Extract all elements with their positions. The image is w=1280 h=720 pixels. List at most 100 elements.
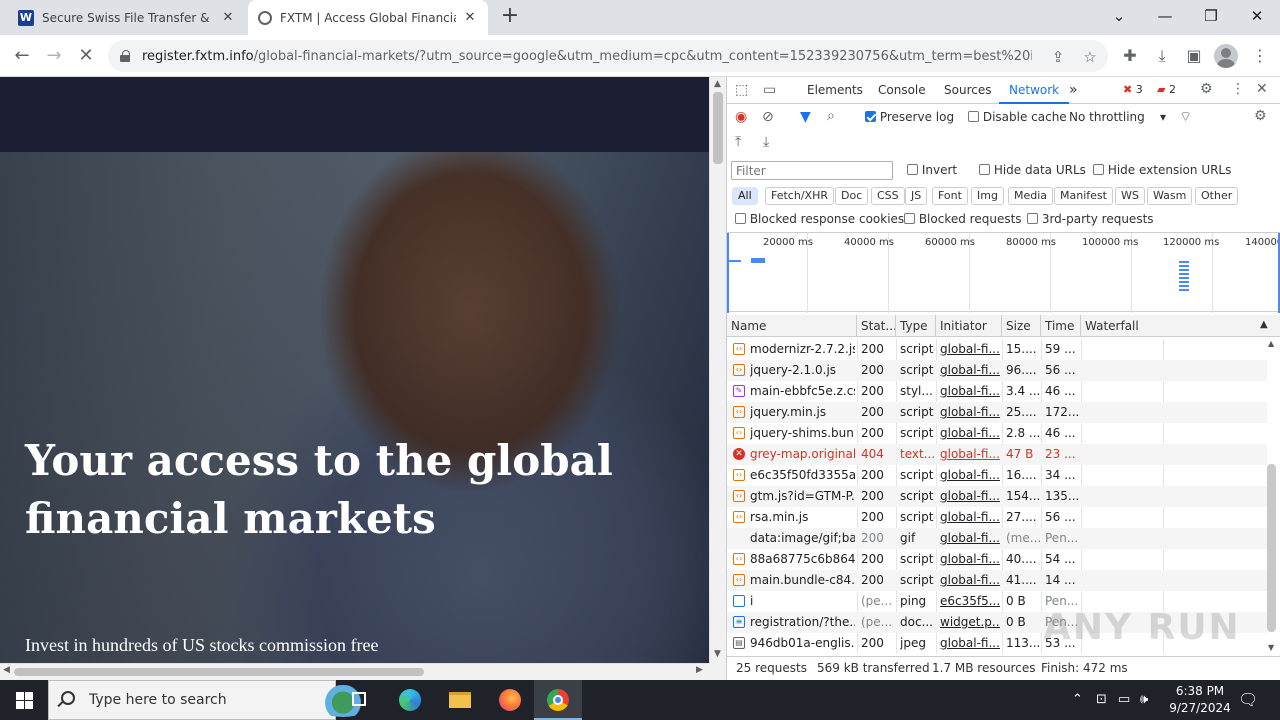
- scroll-thumb[interactable]: [713, 92, 723, 164]
- filter-all[interactable]: All: [732, 187, 758, 205]
- cell-initiator[interactable]: global-fi...: [940, 339, 1000, 360]
- filter-font[interactable]: Font: [932, 187, 968, 205]
- scroll-right-arrow-icon[interactable]: ▶: [696, 665, 703, 675]
- filter-fetch-xhr[interactable]: Fetch/XHR: [765, 187, 834, 205]
- cell-initiator[interactable]: global-fi...: [940, 444, 1000, 465]
- share-icon[interactable]: ⇪: [1048, 47, 1068, 67]
- extensions-icon[interactable]: ✚: [1118, 44, 1142, 68]
- close-window-button[interactable]: ✕: [1242, 3, 1272, 29]
- inspect-element-icon[interactable]: ⬚: [735, 82, 748, 98]
- column-time[interactable]: Time: [1041, 315, 1081, 337]
- windows-start-icon[interactable]: [0, 680, 48, 720]
- filter-media[interactable]: Media: [1008, 187, 1054, 205]
- overview-selection-left[interactable]: [727, 233, 729, 313]
- cell-initiator[interactable]: e6c35f5...: [940, 591, 1000, 612]
- record-stop-icon[interactable]: ◉: [735, 109, 747, 125]
- table-row[interactable]: ✕ grey-map.original.... 404 text... global-f…: [727, 444, 1267, 465]
- cell-name[interactable]: 88a68775c6b864...: [750, 549, 855, 570]
- column-initiator[interactable]: Initiator: [936, 315, 1002, 337]
- import-har-icon[interactable]: ⤒: [735, 134, 741, 150]
- cell-initiator[interactable]: global-fi...: [940, 486, 1000, 507]
- cell-initiator[interactable]: global-fi...: [940, 360, 1000, 381]
- filter-funnel-icon[interactable]: ▼: [800, 109, 811, 125]
- network-overview-timeline[interactable]: 20000 ms 40000 ms 60000 ms 80000 ms 1000…: [727, 232, 1280, 313]
- table-row[interactable]: ‹› main.bundle-c84... 200 script global-fi..…: [727, 570, 1267, 591]
- table-row[interactable]: ‹› gtm.js?id=GTM-P... 200 script global-fi..…: [727, 486, 1267, 507]
- disable-cache-checkbox[interactable]: Disable cache: [968, 110, 1067, 124]
- errors-badge[interactable]: ✖ 3: [1123, 83, 1143, 96]
- show-hidden-icons-icon[interactable]: ⌃: [1072, 680, 1083, 720]
- url-text[interactable]: register.fxtm.info/global-financial-mark…: [142, 49, 1032, 64]
- menu-kebab-icon[interactable]: ⋮: [1248, 44, 1272, 68]
- requests-scrollbar[interactable]: ▲ ▼: [1265, 339, 1279, 654]
- column-size[interactable]: Size: [1002, 315, 1041, 337]
- filter-wasm[interactable]: Wasm: [1147, 187, 1193, 205]
- cell-initiator[interactable]: global-fi...: [940, 570, 1000, 591]
- cell-initiator[interactable]: global-fi...: [940, 423, 1000, 444]
- table-row[interactable]: data:image/gif;ba... 200 gif global-fi... (m…: [727, 528, 1267, 549]
- cell-initiator[interactable]: global-fi...: [940, 381, 1000, 402]
- issues-badge[interactable]: ▰ 2: [1157, 83, 1176, 96]
- table-row[interactable]: ✎ main-ebbfc5e.z.css 200 styl... global-fi..…: [727, 381, 1267, 402]
- tray-app-icon[interactable]: ⊡: [1096, 680, 1107, 720]
- scroll-thumb[interactable]: [1267, 464, 1276, 632]
- cell-name[interactable]: jquery-shims.bun...: [750, 423, 855, 444]
- table-row[interactable]: ‹› jquery.min.js 200 script global-fi... 25..…: [727, 402, 1267, 423]
- blocked-requests-checkbox[interactable]: Blocked requests: [904, 212, 1022, 226]
- cell-initiator[interactable]: widget.p...: [940, 612, 1000, 633]
- table-row[interactable]: ‹› 88a68775c6b864... 200 script global-fi...…: [727, 549, 1267, 570]
- filter-css[interactable]: CSS: [871, 187, 905, 205]
- volume-icon[interactable]: 🕪: [1140, 680, 1148, 720]
- cell-initiator[interactable]: global-fi...: [940, 402, 1000, 423]
- page-horizontal-scrollbar[interactable]: ◀ ▶: [0, 663, 709, 680]
- cell-name[interactable]: e6c35f50fd3355a...: [750, 465, 855, 486]
- lock-icon[interactable]: [120, 50, 132, 62]
- filter-doc[interactable]: Doc: [835, 187, 869, 205]
- close-devtools-icon[interactable]: ✕: [1256, 81, 1268, 97]
- cell-initiator[interactable]: global-fi...: [940, 549, 1000, 570]
- cell-name[interactable]: main-ebbfc5e.z.css: [750, 381, 855, 402]
- profile-avatar[interactable]: [1214, 44, 1238, 68]
- task-view-icon[interactable]: [336, 680, 384, 720]
- sort-ascending-icon[interactable]: ▲: [1260, 319, 1268, 330]
- hide-data-urls-checkbox[interactable]: Hide data URLs: [979, 163, 1086, 177]
- cell-name[interactable]: rsa.min.js: [750, 507, 855, 528]
- bookmark-star-icon[interactable]: ☆: [1080, 47, 1100, 67]
- table-row[interactable]: ‹› jquery-shims.bun... 200 script global-fi.…: [727, 423, 1267, 444]
- device-toolbar-icon[interactable]: ▭: [763, 82, 776, 98]
- new-tab-button[interactable]: +: [498, 5, 522, 29]
- column-type[interactable]: Type: [896, 315, 936, 337]
- scroll-left-arrow-icon[interactable]: ◀: [3, 665, 10, 675]
- table-row[interactable]: ‹› modernizr-2.7.2.js 200 script global-fi..…: [727, 339, 1267, 360]
- cell-name[interactable]: data:image/gif;ba...: [750, 528, 855, 549]
- restore-button[interactable]: ❐: [1196, 3, 1226, 29]
- filter-input[interactable]: [731, 161, 893, 180]
- column-waterfall[interactable]: Waterfall: [1081, 315, 1280, 337]
- notifications-icon[interactable]: 🗨: [1238, 680, 1258, 720]
- cell-name[interactable]: i: [750, 591, 855, 612]
- search-icon[interactable]: ⌕: [827, 108, 835, 124]
- cell-name[interactable]: gtm.js?id=GTM-P...: [750, 486, 855, 507]
- filter-js[interactable]: JS: [905, 187, 928, 205]
- invert-checkbox[interactable]: Invert: [907, 163, 957, 177]
- page-vertical-scrollbar[interactable]: ▲ ▼: [709, 77, 726, 663]
- table-row[interactable]: ‹› rsa.min.js 200 script global-fi... 27.... 5…: [727, 507, 1267, 528]
- filter-manifest[interactable]: Manifest: [1054, 187, 1113, 205]
- chrome-icon[interactable]: [534, 680, 582, 720]
- edge-browser-icon[interactable]: [386, 680, 434, 720]
- table-row[interactable]: ‹› jquery-2.1.0.js 200 script global-fi... 96…: [727, 360, 1267, 381]
- tab-sources[interactable]: Sources: [944, 77, 991, 104]
- network-settings-icon[interactable]: ⚙: [1254, 108, 1267, 124]
- close-tab-icon[interactable]: ✕: [462, 10, 478, 25]
- forward-icon[interactable]: →: [40, 42, 68, 70]
- more-tabs-icon[interactable]: »: [1069, 77, 1078, 104]
- download-icon[interactable]: ⤓: [1150, 44, 1174, 68]
- address-bar[interactable]: register.fxtm.info/global-financial-mark…: [108, 40, 1108, 72]
- hide-extension-urls-checkbox[interactable]: Hide extension URLs: [1093, 163, 1231, 177]
- cell-name[interactable]: 946db01a-englis...: [750, 633, 855, 654]
- taskbar-search-box[interactable]: Type here to search: [48, 680, 375, 720]
- cell-initiator[interactable]: global-fi...: [940, 528, 1000, 549]
- cell-name[interactable]: modernizr-2.7.2.js: [750, 339, 855, 360]
- cell-name[interactable]: main.bundle-c84...: [750, 570, 855, 591]
- file-explorer-icon[interactable]: [436, 680, 484, 720]
